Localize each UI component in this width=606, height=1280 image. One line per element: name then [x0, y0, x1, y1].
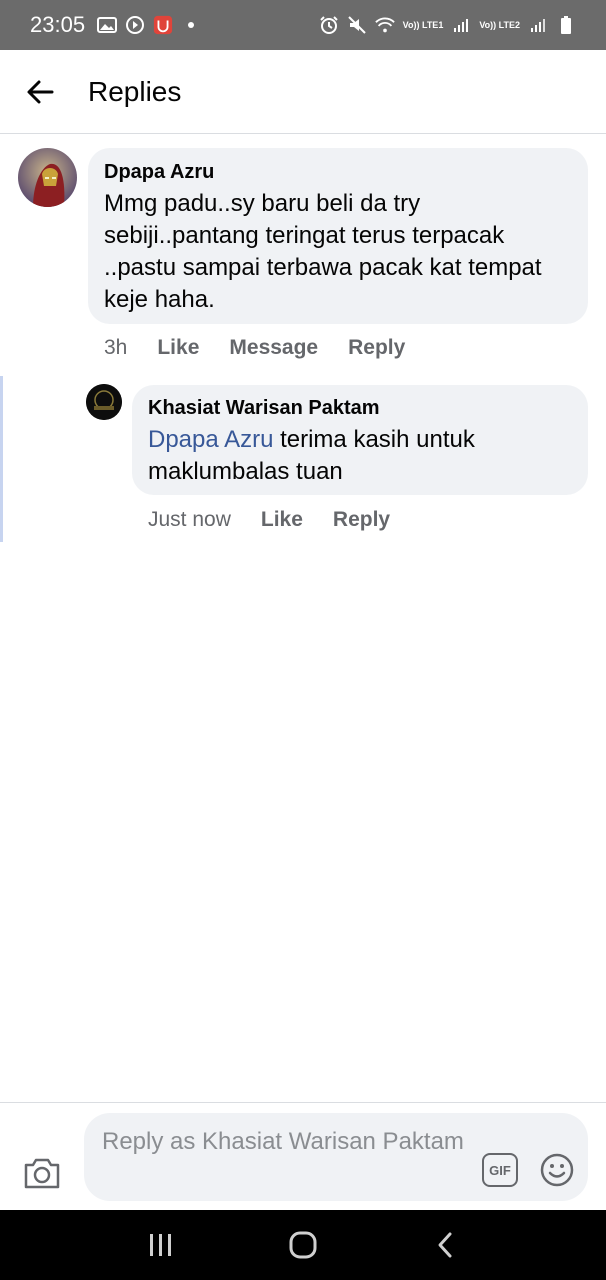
status-notification-icons: [97, 15, 201, 35]
comment-text: Mmg padu..sy baru beli da try sebiji..pa…: [104, 190, 542, 313]
reply-text-container: Dpapa Azru terima kasih untuk maklumbala…: [148, 424, 568, 488]
home-button[interactable]: [283, 1225, 323, 1265]
reply-like-button[interactable]: Like: [261, 508, 303, 532]
reply-composer: Reply as Khasiat Warisan Paktam GIF: [0, 1102, 606, 1210]
header: Replies: [0, 50, 606, 134]
signal-icon-1: [451, 16, 471, 34]
wifi-icon: [374, 16, 395, 34]
home-icon: [289, 1231, 317, 1259]
thread-line: [0, 376, 3, 542]
comment-author[interactable]: Dpapa Azru: [104, 161, 214, 184]
page-title: Replies: [88, 75, 182, 107]
gallery-icon: [97, 16, 118, 34]
back-nav-button[interactable]: [425, 1225, 465, 1265]
reply-actions: Just now Like Reply: [148, 508, 390, 532]
reply-time: Just now: [148, 508, 231, 531]
status-bar: 23:05 Vo)) LTE1 Vo)) LTE2: [0, 0, 606, 50]
comment-bubble: Dpapa Azru Mmg padu..sy baru beli da try…: [88, 148, 588, 324]
dot-icon: [181, 16, 201, 34]
app-notification-icon: [153, 15, 173, 35]
commenter-avatar[interactable]: [18, 148, 77, 207]
reply-input[interactable]: Reply as Khasiat Warisan Paktam GIF: [84, 1113, 588, 1201]
status-system-icons: Vo)) LTE1 Vo)) LTE2: [319, 16, 576, 34]
comment-actions: 3h Like Message Reply: [104, 336, 405, 360]
mention-link[interactable]: Dpapa Azru: [148, 426, 273, 453]
chevron-left-icon: [438, 1232, 452, 1258]
reply-author[interactable]: Khasiat Warisan Paktam: [148, 397, 380, 420]
mute-icon: [347, 16, 367, 34]
comment-time: 3h: [104, 336, 128, 359]
recent-apps-button[interactable]: [141, 1225, 181, 1265]
recent-apps-icon: [150, 1234, 171, 1256]
play-circle-icon: [125, 16, 145, 34]
battery-icon: [556, 16, 576, 34]
reply-reply-button[interactable]: Reply: [333, 508, 390, 532]
reply-button[interactable]: Reply: [348, 336, 405, 360]
arrow-left-icon: [27, 80, 54, 103]
smiley-icon: [540, 1153, 574, 1187]
message-button[interactable]: Message: [229, 336, 318, 360]
page-avatar[interactable]: [86, 384, 122, 420]
reply-bubble: Khasiat Warisan Paktam Dpapa Azru terima…: [132, 385, 588, 495]
camera-button[interactable]: [22, 1155, 62, 1191]
status-time: 23:05: [30, 12, 86, 37]
back-button[interactable]: [0, 50, 80, 134]
network-label-1: Vo)) LTE1: [402, 19, 444, 30]
alarm-icon: [319, 16, 339, 34]
gif-button[interactable]: GIF: [482, 1153, 518, 1187]
camera-icon: [24, 1158, 60, 1189]
emoji-button[interactable]: [540, 1153, 574, 1187]
signal-icon-2: [528, 16, 548, 34]
network-label-2: Vo)) LTE2: [479, 19, 520, 30]
like-button[interactable]: Like: [157, 336, 199, 360]
reply-placeholder: Reply as Khasiat Warisan Paktam: [102, 1128, 464, 1155]
navigation-bar: [0, 1210, 606, 1280]
